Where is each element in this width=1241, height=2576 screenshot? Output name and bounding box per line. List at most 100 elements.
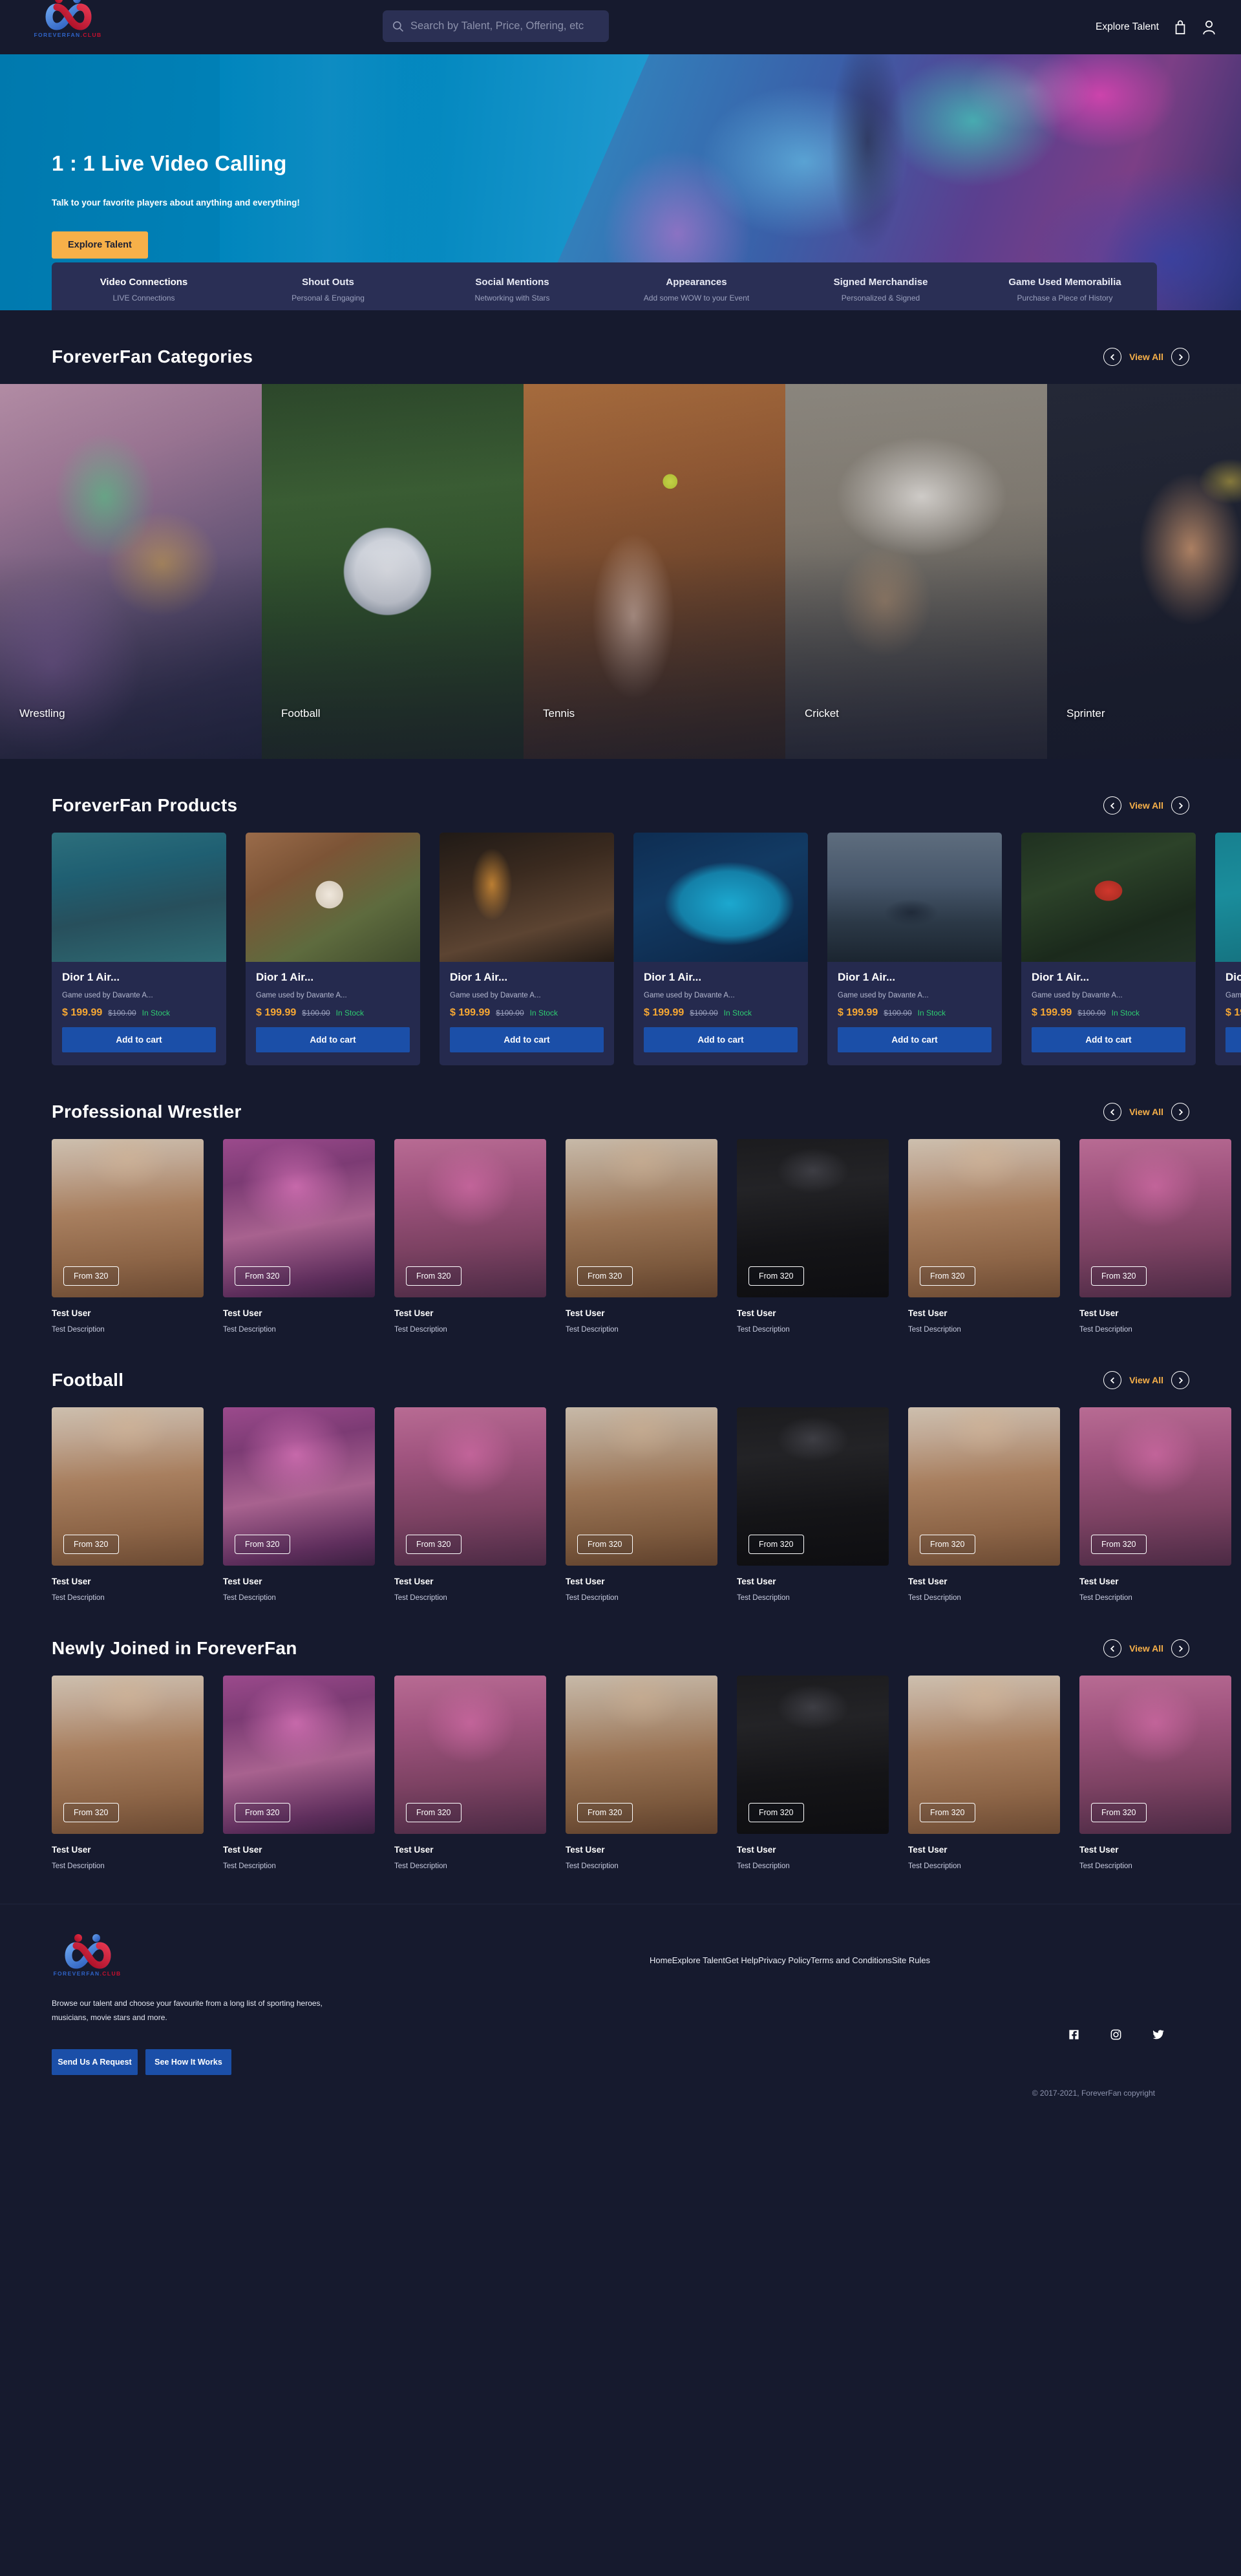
footer-logo[interactable]: FOREVERFAN.CLUB: [52, 1934, 123, 1977]
talent-card[interactable]: From 320 Test User Test Description: [566, 1139, 717, 1334]
talent-card[interactable]: From 320 Test User Test Description: [1079, 1407, 1231, 1602]
talent-card[interactable]: From 320 Test User Test Description: [394, 1676, 546, 1870]
talent-description: Test Description: [566, 1594, 619, 1602]
user-icon[interactable]: [1202, 19, 1216, 35]
talent-price-badge: From 320: [63, 1535, 119, 1554]
twitter-link[interactable]: [1152, 2028, 1165, 2043]
add-to-cart-button[interactable]: Add to cart: [256, 1027, 410, 1052]
add-to-cart-button[interactable]: Add to cart: [1032, 1027, 1185, 1052]
wrestler-view-all-link[interactable]: View All: [1129, 1107, 1163, 1117]
product-card[interactable]: Dior 1 Air... Game used by Davante A... …: [633, 833, 808, 1065]
wrestler-next-button[interactable]: [1171, 1103, 1189, 1121]
footer-link-home[interactable]: Home: [650, 1955, 672, 1965]
wrestler-prev-button[interactable]: [1103, 1103, 1122, 1121]
tab-social-mentions[interactable]: Social Mentions Networking with Stars: [420, 277, 604, 303]
categories-prev-button[interactable]: [1103, 348, 1122, 366]
talent-card[interactable]: From 320 Test User Test Description: [908, 1139, 1060, 1334]
talent-card[interactable]: From 320 Test User Test Description: [737, 1676, 889, 1870]
talent-card[interactable]: From 320 Test User Test Description: [223, 1407, 375, 1602]
product-card[interactable]: Dior 1 Air... Game used by Davante A... …: [246, 833, 420, 1065]
products-section: ForeverFan Products View All Dior 1 Air.…: [0, 759, 1241, 1065]
talent-card[interactable]: From 320 Test User Test Description: [52, 1407, 204, 1602]
product-card[interactable]: Dior 1 Air... Game used by Davante A... …: [440, 833, 614, 1065]
facebook-link[interactable]: [1068, 2028, 1080, 2043]
offering-tabs: Video Connections LIVE Connections Shout…: [52, 262, 1157, 310]
add-to-cart-button[interactable]: Add to cart: [644, 1027, 798, 1052]
talent-card[interactable]: From 320 Test User Test Description: [566, 1676, 717, 1870]
talent-price-badge: From 320: [1091, 1266, 1147, 1286]
hero-explore-talent-button[interactable]: Explore Talent: [52, 231, 148, 259]
tab-signed-merchandise[interactable]: Signed Merchandise Personalized & Signed: [789, 277, 973, 303]
category-label: Cricket: [805, 707, 839, 719]
product-name: Dior 1 Air...: [62, 971, 120, 983]
send-us-request-button[interactable]: Send Us A Request: [52, 2049, 138, 2076]
category-card[interactable]: Sprinter: [1047, 384, 1241, 759]
football-carousel[interactable]: From 320 Test User Test Description From…: [0, 1407, 1241, 1602]
talent-card[interactable]: From 320 Test User Test Description: [52, 1676, 204, 1870]
football-next-button[interactable]: [1171, 1371, 1189, 1389]
talent-image: From 320: [908, 1139, 1060, 1297]
products-view-all-link[interactable]: View All: [1129, 800, 1163, 811]
category-card[interactable]: Tennis: [524, 384, 785, 759]
add-to-cart-button[interactable]: Add to cart: [62, 1027, 216, 1052]
footer-link-site-rules[interactable]: Site Rules: [892, 1955, 930, 1965]
footer-link-get-help[interactable]: Get Help: [725, 1955, 758, 1965]
football-view-all-link[interactable]: View All: [1129, 1375, 1163, 1385]
add-to-cart-button[interactable]: Add to cart: [1225, 1027, 1241, 1052]
categories-next-button[interactable]: [1171, 348, 1189, 366]
add-to-cart-button[interactable]: Add to cart: [450, 1027, 604, 1052]
tab-shout-outs[interactable]: Shout Outs Personal & Engaging: [236, 277, 420, 303]
footer-link-terms-and-conditions[interactable]: Terms and Conditions: [811, 1955, 892, 1965]
talent-card[interactable]: From 320 Test User Test Description: [566, 1407, 717, 1602]
product-card[interactable]: Dior 1 Air... Game used by Davante A... …: [1215, 833, 1241, 1065]
instagram-link[interactable]: [1110, 2028, 1122, 2043]
header-explore-talent-link[interactable]: Explore Talent: [1096, 21, 1159, 33]
talent-card[interactable]: From 320 Test User Test Description: [1079, 1676, 1231, 1870]
talent-image: From 320: [1079, 1139, 1231, 1297]
product-card[interactable]: Dior 1 Air... Game used by Davante A... …: [52, 833, 226, 1065]
tab-video-connections[interactable]: Video Connections LIVE Connections: [52, 277, 236, 303]
products-next-button[interactable]: [1171, 796, 1189, 814]
tab-appearances[interactable]: Appearances Add some WOW to your Event: [604, 277, 789, 303]
newly-next-button[interactable]: [1171, 1639, 1189, 1657]
products-carousel[interactable]: Dior 1 Air... Game used by Davante A... …: [0, 833, 1241, 1065]
talent-description: Test Description: [737, 1326, 790, 1334]
search-input[interactable]: [410, 20, 600, 32]
footer-link-explore-talent[interactable]: Explore Talent: [672, 1955, 725, 1965]
talent-card[interactable]: From 320 Test User Test Description: [908, 1676, 1060, 1870]
categories-view-all-link[interactable]: View All: [1129, 352, 1163, 362]
talent-image: From 320: [566, 1407, 717, 1566]
product-card[interactable]: Dior 1 Air... Game used by Davante A... …: [827, 833, 1002, 1065]
tab-subtitle: Networking with Stars: [474, 293, 550, 303]
talent-price-badge: From 320: [748, 1803, 804, 1822]
products-prev-button[interactable]: [1103, 796, 1122, 814]
shopping-bag-icon[interactable]: [1173, 19, 1187, 35]
search-bar[interactable]: [383, 10, 609, 42]
forever-fan-logo-icon: [65, 1934, 111, 1969]
add-to-cart-button[interactable]: Add to cart: [838, 1027, 992, 1052]
footer-description: Browse our talent and choose your favour…: [52, 1999, 323, 2023]
tab-game-used-memorabilia[interactable]: Game Used Memorabilia Purchase a Piece o…: [973, 277, 1157, 303]
category-card[interactable]: Cricket: [785, 384, 1047, 759]
site-logo[interactable]: FOREVERFAN.CLUB: [32, 0, 103, 43]
talent-card[interactable]: From 320 Test User Test Description: [737, 1407, 889, 1602]
category-card[interactable]: Wrestling: [0, 384, 262, 759]
categories-carousel[interactable]: Wrestling Football Tennis Cricket Sprint…: [0, 384, 1241, 759]
wrestler-carousel[interactable]: From 320 Test User Test Description From…: [0, 1139, 1241, 1334]
newly-view-all-link[interactable]: View All: [1129, 1643, 1163, 1654]
talent-card[interactable]: From 320 Test User Test Description: [223, 1676, 375, 1870]
talent-card[interactable]: From 320 Test User Test Description: [908, 1407, 1060, 1602]
product-card[interactable]: Dior 1 Air... Game used by Davante A... …: [1021, 833, 1196, 1065]
talent-card[interactable]: From 320 Test User Test Description: [1079, 1139, 1231, 1334]
talent-card[interactable]: From 320 Test User Test Description: [394, 1407, 546, 1602]
see-how-it-works-button[interactable]: See How It Works: [145, 2049, 231, 2076]
talent-card[interactable]: From 320 Test User Test Description: [223, 1139, 375, 1334]
talent-card[interactable]: From 320 Test User Test Description: [737, 1139, 889, 1334]
newly-joined-carousel[interactable]: From 320 Test User Test Description From…: [0, 1676, 1241, 1870]
talent-card[interactable]: From 320 Test User Test Description: [394, 1139, 546, 1334]
category-card[interactable]: Football: [262, 384, 524, 759]
football-prev-button[interactable]: [1103, 1371, 1122, 1389]
talent-card[interactable]: From 320 Test User Test Description: [52, 1139, 204, 1334]
newly-prev-button[interactable]: [1103, 1639, 1122, 1657]
footer-link-privacy-policy[interactable]: Privacy Policy: [758, 1955, 811, 1965]
